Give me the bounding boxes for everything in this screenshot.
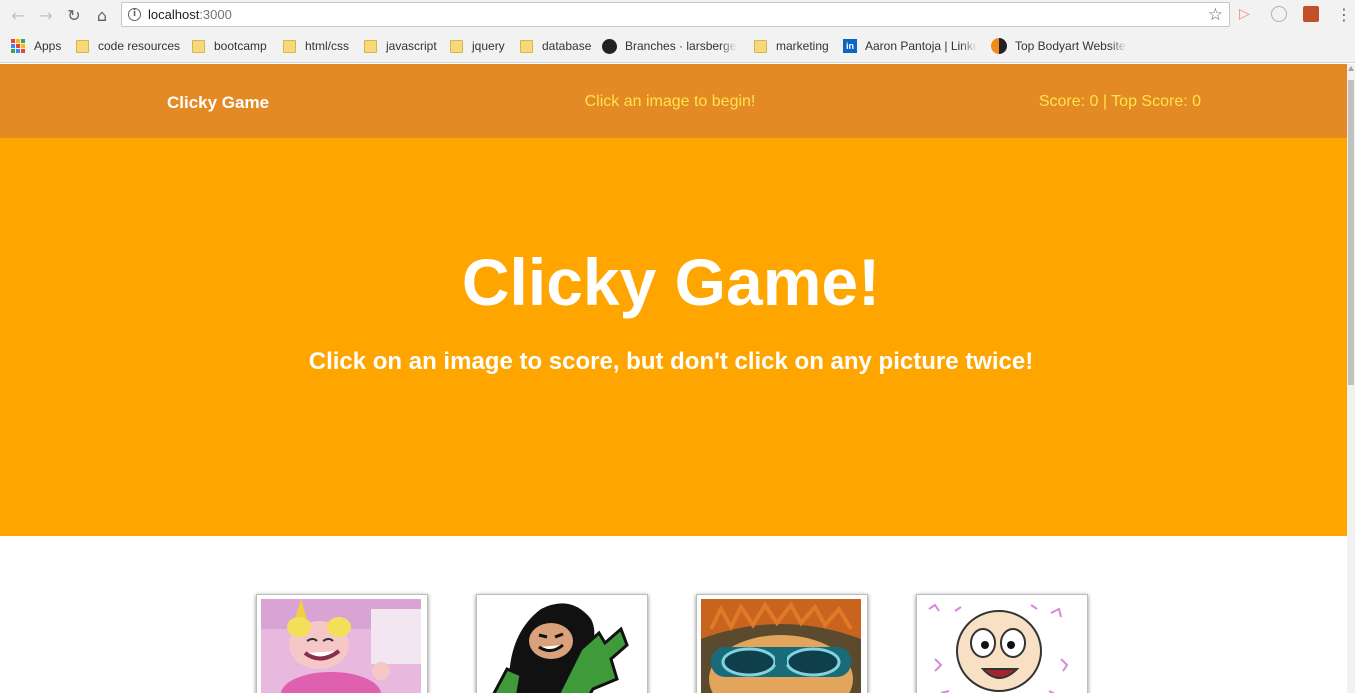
extension-avatar-icon[interactable] (1303, 6, 1319, 22)
bookmark-bootcamp[interactable]: bootcamp (192, 38, 267, 54)
browser-menu-icon[interactable]: ⋮ (1336, 5, 1352, 25)
scroll-up-arrow-icon[interactable] (1348, 66, 1354, 71)
bookmarks-bar: Apps code resources bootcamp html/css ja… (0, 30, 1355, 63)
bookmark-top-bodyart[interactable]: Top Bodyart Websites (991, 38, 1127, 54)
page-viewport: Clicky Game Click an image to begin! Sco… (0, 64, 1347, 693)
bookmark-marketing[interactable]: marketing (754, 38, 829, 54)
reload-icon[interactable]: ↻ (64, 5, 84, 25)
bookmark-javascript[interactable]: javascript (364, 38, 437, 54)
linkedin-icon: in (843, 39, 857, 53)
image-card-4[interactable] (916, 594, 1088, 693)
bookmark-database[interactable]: database (520, 38, 591, 54)
score-display: Score: 0 | Top Score: 0 (1038, 93, 1201, 110)
bookmark-linkedin[interactable]: in Aaron Pantoja | Linke (843, 38, 977, 54)
folder-icon (364, 39, 377, 53)
forward-arrow-icon[interactable]: → (36, 5, 56, 25)
chuckie-image[interactable] (701, 599, 861, 693)
extension-circle-icon[interactable] (1271, 6, 1287, 22)
folder-icon (76, 39, 89, 53)
bookmark-html-css[interactable]: html/css (283, 38, 349, 54)
github-icon (602, 38, 617, 54)
address-bar[interactable]: i localhost:3000 ☆ (121, 2, 1230, 27)
browser-toolbar: ← → ↻ ⌂ i localhost:3000 ☆ ▷ ⋮ (0, 0, 1355, 30)
bookmark-jquery[interactable]: jquery (450, 38, 505, 54)
apps-grid-icon (11, 39, 25, 53)
info-icon[interactable]: i (128, 8, 141, 21)
hero-title: Clicky Game! (461, 245, 881, 319)
kimi-image[interactable] (481, 599, 641, 693)
folder-icon (192, 39, 205, 53)
tommy-image[interactable] (921, 599, 1081, 693)
url-text[interactable]: localhost:3000 (148, 7, 232, 22)
dee-dee-image[interactable] (261, 599, 421, 693)
folder-icon (283, 39, 296, 53)
extension-share-icon[interactable]: ▷ (1239, 6, 1255, 22)
bookmark-star-icon[interactable]: ☆ (1208, 5, 1223, 25)
bookmark-apps[interactable]: Apps (11, 38, 61, 54)
image-card-3[interactable] (696, 594, 868, 693)
bookmark-branches[interactable]: Branches · larsbergen (602, 38, 737, 54)
bookmark-code-resources[interactable]: code resources (76, 38, 180, 54)
site-icon (991, 38, 1007, 54)
image-card-2[interactable] (476, 594, 648, 693)
folder-icon (450, 39, 463, 53)
image-card-1[interactable] (256, 594, 428, 693)
folder-icon (520, 39, 533, 53)
back-arrow-icon[interactable]: ← (8, 5, 28, 25)
page-scrollbar[interactable] (1347, 64, 1355, 693)
home-icon[interactable]: ⌂ (92, 5, 112, 25)
scrollbar-thumb[interactable] (1348, 80, 1354, 385)
hero-subtitle: Click on an image to score, but don't cl… (308, 348, 1034, 375)
hero-banner: Clicky Game! Click on an image to score,… (0, 138, 1347, 536)
folder-icon (754, 39, 767, 53)
app-navbar: Clicky Game Click an image to begin! Sco… (0, 64, 1347, 138)
